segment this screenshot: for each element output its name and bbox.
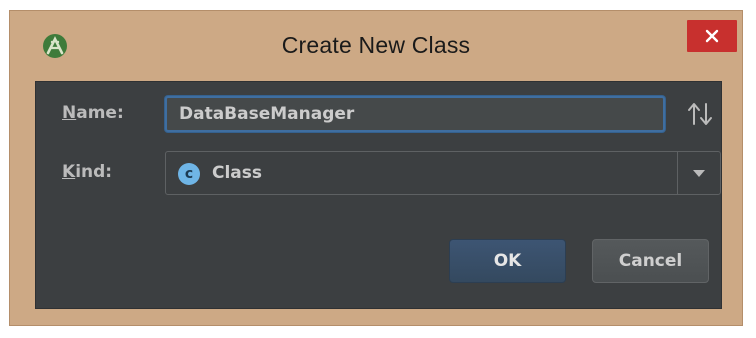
kind-label-text: ind: bbox=[75, 162, 113, 182]
ok-button[interactable]: OK bbox=[449, 239, 566, 283]
close-icon bbox=[705, 29, 719, 43]
close-button[interactable] bbox=[687, 20, 737, 52]
name-label-mnemonic: N bbox=[62, 103, 77, 123]
chevron-down-icon[interactable] bbox=[692, 169, 706, 178]
cancel-button[interactable]: Cancel bbox=[592, 239, 709, 283]
sort-arrows-icon[interactable] bbox=[685, 100, 715, 128]
kind-dropdown[interactable]: c Class bbox=[165, 151, 721, 195]
dialog-title: Create New Class bbox=[281, 32, 471, 58]
class-icon: c bbox=[178, 163, 200, 185]
name-input[interactable] bbox=[165, 96, 665, 132]
kind-label-mnemonic: K bbox=[62, 162, 76, 182]
dropdown-divider bbox=[677, 152, 678, 194]
kind-selected-value: Class bbox=[212, 163, 263, 183]
name-label-text: ame: bbox=[76, 103, 124, 123]
title-bar[interactable]: Create New Class bbox=[10, 11, 742, 75]
name-label: Name: bbox=[62, 103, 124, 123]
kind-label: Kind: bbox=[62, 162, 112, 182]
create-new-class-dialog: Create New Class Name: Kind: c Class OK … bbox=[9, 10, 743, 326]
dialog-content: Name: Kind: c Class OK Cancel bbox=[35, 81, 722, 309]
